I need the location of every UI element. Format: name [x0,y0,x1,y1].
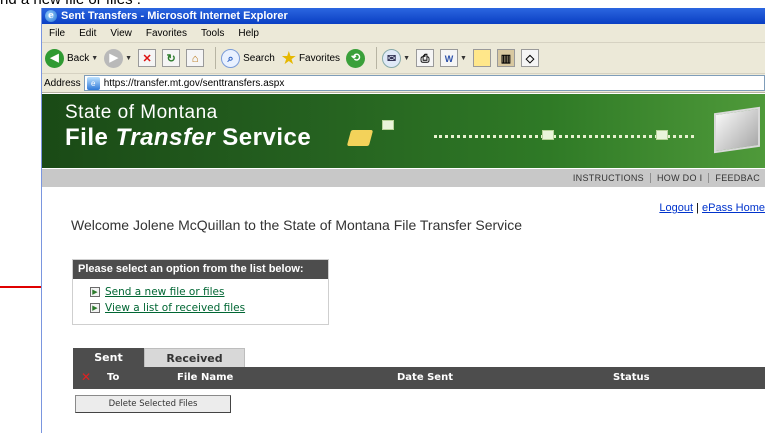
play-bullet-icon: ▶ [90,287,100,297]
envelope-icon [656,130,668,140]
ie-logo-icon: e [45,10,57,22]
star-icon: ★ [280,47,297,68]
menu-favorites[interactable]: Favorites [139,28,194,39]
site-banner: State of Montana File Transfer Service [42,94,765,168]
back-button[interactable]: ◀ Back ▼ [45,48,99,68]
transfer-dots [434,135,694,139]
browser-window: e Sent Transfers - Microsoft Internet Ex… [41,8,765,433]
toolbar: ◀ Back ▼ ▶ ▼ ✕ ↻ ⌂ ⌕ Search ★ Favorites … [42,43,765,74]
tab-sent[interactable]: Sent [73,348,144,367]
chevron-down-icon: ▼ [125,54,133,62]
menu-edit[interactable]: Edit [72,28,103,39]
chevron-down-icon: ▼ [91,54,99,62]
toolbar-divider [376,47,378,69]
banner-title: File Transfer Service [65,124,311,152]
printer-icon: ⎙ [416,49,434,67]
favorites-label: Favorites [298,52,341,64]
word-icon: W [440,49,458,67]
menu-tools[interactable]: Tools [194,28,231,39]
home-button[interactable]: ⌂ [186,49,205,67]
link-separator: | [693,202,703,214]
top-links: Logout | ePass Home [659,202,765,214]
monitor-icon [714,106,760,154]
refresh-icon: ↻ [162,49,181,67]
favorites-button[interactable]: ★ Favorites [281,48,340,69]
epass-home-link[interactable]: ePass Home [702,202,765,214]
note-icon [472,49,491,67]
col-to: To [107,372,120,383]
nav-strip: INSTRUCTIONS HOW DO I FEEDBAC [42,169,765,187]
envelope-icon [382,120,394,130]
window-title: Sent Transfers - Microsoft Internet Expl… [61,10,288,22]
banner-title-part3: Service [215,124,312,151]
search-button[interactable]: ⌕ Search [221,48,275,68]
top-caption: nd a new file or files . [0,0,141,8]
send-file-link[interactable]: Send a new file or files [105,286,224,298]
menu-bar: File Edit View Favorites Tools Help [42,24,765,43]
col-file-name: File Name [177,372,234,383]
banner-title-part1: File [65,124,116,151]
menu-file[interactable]: File [42,28,72,39]
address-label: Address [44,77,81,89]
banner-state: State of Montana [65,102,218,123]
logout-link[interactable]: Logout [659,202,693,214]
search-icon: ⌕ [221,48,241,68]
books-icon: ▥ [496,49,515,67]
nav-instructions[interactable]: INSTRUCTIONS [567,173,650,183]
mail-button[interactable]: ✉ ▼ [382,48,410,68]
col-date-sent: Date Sent [397,372,453,383]
messenger-button[interactable]: ◇ [520,49,539,67]
delete-selected-button[interactable]: Delete Selected Files [75,395,231,413]
history-icon: ⟲ [346,48,366,68]
forward-button[interactable]: ▶ ▼ [104,48,133,68]
nav-feedback[interactable]: FEEDBAC [708,173,765,183]
edit-button[interactable]: W ▼ [440,49,467,67]
discuss-button[interactable] [472,49,491,67]
search-label: Search [243,52,275,64]
col-status: Status [613,372,650,383]
tab-received[interactable]: Received [144,348,245,367]
mail-icon: ✉ [382,48,402,68]
page-icon: e [86,76,100,90]
welcome-message: Welcome Jolene McQuillan to the State of… [71,217,523,233]
options-panel: Please select an option from the list be… [72,259,329,325]
chevron-down-icon: ▼ [403,54,410,62]
address-bar: Address e https://transfer.mt.gov/senttr… [42,74,765,93]
stop-button[interactable]: ✕ [138,49,157,67]
address-url: https://transfer.mt.gov/senttransfers.as… [103,77,285,89]
home-icon: ⌂ [186,49,205,67]
folder-icon [346,130,374,146]
nav-how-do-i[interactable]: HOW DO I [649,173,708,183]
research-button[interactable]: ▥ [496,49,515,67]
delete-x-icon[interactable]: ✕ [81,370,91,384]
option-view-received: ▶ View a list of received files [90,300,328,316]
address-input[interactable]: e https://transfer.mt.gov/senttransfers.… [83,75,765,91]
stop-icon: ✕ [138,49,157,67]
messenger-icon: ◇ [520,49,539,67]
chevron-down-icon: ▼ [460,54,467,62]
play-bullet-icon: ▶ [90,303,100,313]
options-list: ▶ Send a new file or files ▶ View a list… [73,279,328,316]
menu-help[interactable]: Help [231,28,266,39]
refresh-button[interactable]: ↻ [162,49,181,67]
back-label: Back [67,52,90,64]
option-send-file: ▶ Send a new file or files [90,284,328,300]
forward-arrow-icon: ▶ [104,48,124,68]
print-button[interactable]: ⎙ [416,49,434,67]
menu-view[interactable]: View [103,28,139,39]
back-arrow-icon: ◀ [45,48,64,68]
history-button[interactable]: ⟲ [346,48,366,68]
options-header: Please select an option from the list be… [73,260,328,279]
toolbar-divider [215,47,217,69]
envelope-icon [542,130,554,140]
view-received-link[interactable]: View a list of received files [105,302,245,314]
transfer-tabs: Sent Received [73,348,245,367]
title-bar: e Sent Transfers - Microsoft Internet Ex… [42,8,765,24]
table-header: ✕ To File Name Date Sent Status [73,367,765,389]
banner-title-part2: Transfer [115,124,216,151]
